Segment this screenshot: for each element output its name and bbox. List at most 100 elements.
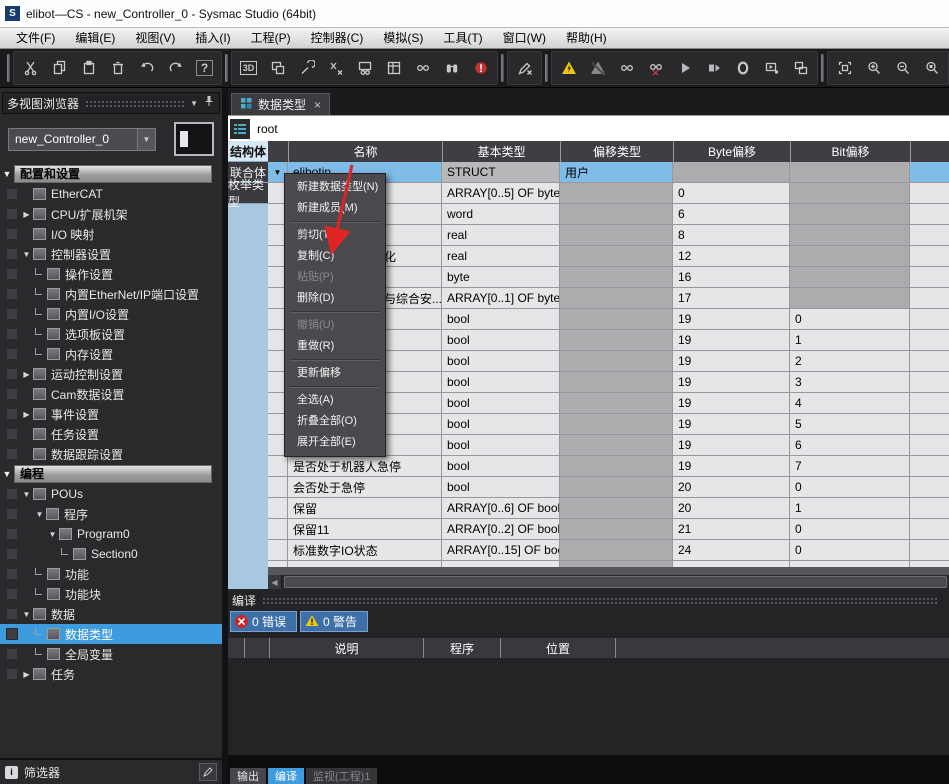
- cell-base-type[interactable]: ARRAY[0..15] OF bool: [442, 540, 560, 561]
- cell-bit-offset[interactable]: [790, 183, 910, 204]
- menu-item-6[interactable]: 模拟(S): [373, 28, 433, 48]
- cell-offset-type[interactable]: [560, 519, 673, 540]
- cell-base-type[interactable]: word: [442, 204, 560, 225]
- context-menu-item[interactable]: 复制(C): [285, 246, 385, 267]
- delete-icon[interactable]: [103, 54, 132, 82]
- undo-icon[interactable]: [132, 54, 161, 82]
- column-header-0[interactable]: 名称: [288, 141, 442, 162]
- cell-offset-type[interactable]: [560, 351, 673, 372]
- cell-bit-offset[interactable]: 7: [790, 456, 910, 477]
- tree-item[interactable]: 数据类型: [0, 624, 222, 644]
- tree-item[interactable]: ▼POUs: [0, 484, 222, 504]
- cell-offset-type[interactable]: [560, 477, 673, 498]
- cell-byte-offset[interactable]: 19: [673, 351, 790, 372]
- build-icon[interactable]: [292, 54, 321, 82]
- cell-offset-type[interactable]: [560, 267, 673, 288]
- edit-mode-icon[interactable]: [510, 54, 539, 82]
- cell-base-type[interactable]: bool: [442, 414, 560, 435]
- cell-offset-type[interactable]: [560, 309, 673, 330]
- cell-byte-offset[interactable]: 19: [673, 309, 790, 330]
- menu-item-0[interactable]: 文件(F): [6, 28, 65, 48]
- cell-bit-offset[interactable]: 4: [790, 393, 910, 414]
- tree-item[interactable]: 操作设置: [0, 264, 222, 284]
- tree-item[interactable]: Cam数据设置: [0, 384, 222, 404]
- cell-offset-type[interactable]: [560, 540, 673, 561]
- tree-expander-icon[interactable]: ▶: [20, 210, 33, 219]
- simulation-icon[interactable]: [757, 54, 786, 82]
- tree-item[interactable]: 功能块: [0, 584, 222, 604]
- cell-bit-offset[interactable]: 0: [790, 540, 910, 561]
- tree-item[interactable]: Section0: [0, 544, 222, 564]
- cell-base-type[interactable]: bool: [442, 456, 560, 477]
- tree-item[interactable]: ▼数据: [0, 604, 222, 624]
- cell-bit-offset[interactable]: [790, 204, 910, 225]
- cell-bit-offset[interactable]: [790, 162, 910, 183]
- run-icon[interactable]: [670, 54, 699, 82]
- cell-offset-type[interactable]: [560, 456, 673, 477]
- tree-expander-icon[interactable]: ▶: [20, 670, 33, 679]
- tree-item[interactable]: ▶任务: [0, 664, 222, 684]
- pin-icon[interactable]: [203, 94, 215, 112]
- cell-bit-offset[interactable]: 3: [790, 372, 910, 393]
- tree-item[interactable]: 内存设置: [0, 344, 222, 364]
- cell-bit-offset[interactable]: 5: [790, 414, 910, 435]
- cell-byte-offset[interactable]: 19: [673, 414, 790, 435]
- cell-byte-offset[interactable]: 12: [673, 246, 790, 267]
- cell-bit-offset[interactable]: 0: [790, 477, 910, 498]
- cell-bit-offset[interactable]: [790, 288, 910, 309]
- controller-selector[interactable]: new_Controller_0 ▼: [8, 128, 156, 151]
- zoom-in-icon[interactable]: [859, 54, 888, 82]
- cell-base-type[interactable]: bool: [442, 309, 560, 330]
- tree-item[interactable]: 数据跟踪设置: [0, 444, 222, 464]
- category-tab-2[interactable]: 枚举类型: [228, 183, 268, 204]
- tree-item[interactable]: ▼程序: [0, 504, 222, 524]
- context-menu-item[interactable]: 重做(R): [285, 336, 385, 357]
- cell-offset-type[interactable]: [560, 330, 673, 351]
- cell-base-type[interactable]: ARRAY[0..5] OF byte: [442, 183, 560, 204]
- io-table-icon[interactable]: [379, 54, 408, 82]
- tree-item[interactable]: ▶事件设置: [0, 404, 222, 424]
- cell-byte-offset[interactable]: 24: [673, 540, 790, 561]
- cell-byte-offset[interactable]: 17: [673, 288, 790, 309]
- cell-byte-offset[interactable]: 19: [673, 372, 790, 393]
- cell-byte-offset[interactable]: 19: [673, 456, 790, 477]
- context-menu-item[interactable]: 删除(D): [285, 288, 385, 309]
- filter-bar[interactable]: i 筛选器: [0, 758, 222, 784]
- variable-manager-icon[interactable]: [321, 54, 350, 82]
- cell-base-type[interactable]: real: [442, 225, 560, 246]
- cell-offset-type[interactable]: 用户: [560, 162, 673, 183]
- column-header-4[interactable]: Bit偏移: [790, 141, 910, 162]
- cell-byte-offset[interactable]: 8: [673, 225, 790, 246]
- watch-table-icon[interactable]: [350, 54, 379, 82]
- tree-expander-icon[interactable]: ▶: [20, 370, 33, 379]
- cell-bit-offset[interactable]: [790, 246, 910, 267]
- error-count-badge[interactable]: 0 错误: [230, 611, 297, 632]
- menu-item-9[interactable]: 帮助(H): [556, 28, 617, 48]
- watch-icon[interactable]: [612, 54, 641, 82]
- row-marker-cell[interactable]: [268, 477, 288, 498]
- tree-item[interactable]: ▼控制器设置: [0, 244, 222, 264]
- new-window-icon[interactable]: [263, 54, 292, 82]
- cell-base-type[interactable]: bool: [442, 351, 560, 372]
- cell-offset-type[interactable]: [560, 246, 673, 267]
- loop-icon[interactable]: [728, 54, 757, 82]
- horizontal-scrollbar[interactable]: ◀: [268, 575, 949, 589]
- cell-bit-offset[interactable]: 1: [790, 498, 910, 519]
- tab-close-icon[interactable]: ×: [314, 98, 321, 112]
- step-icon[interactable]: [699, 54, 728, 82]
- cell-name[interactable]: 是否处于机器人急停: [288, 456, 442, 477]
- redo-icon[interactable]: [161, 54, 190, 82]
- cell-byte-offset[interactable]: 16: [673, 267, 790, 288]
- context-menu-item[interactable]: 全选(A): [285, 390, 385, 411]
- cell-byte-offset[interactable]: 19: [673, 393, 790, 414]
- tree-expander-icon[interactable]: ▼: [20, 490, 33, 499]
- tree-expander-icon[interactable]: ▼: [20, 250, 33, 259]
- cell-offset-type[interactable]: [560, 435, 673, 456]
- tree-item[interactable]: ▼Program0: [0, 524, 222, 544]
- cell-offset-type[interactable]: [560, 414, 673, 435]
- warning-count-badge[interactable]: 0 警告: [300, 611, 368, 632]
- monitor-icon[interactable]: [408, 54, 437, 82]
- tree-item[interactable]: 全局变量: [0, 644, 222, 664]
- cell-offset-type[interactable]: [560, 288, 673, 309]
- tree-section[interactable]: ▼编程: [0, 464, 222, 484]
